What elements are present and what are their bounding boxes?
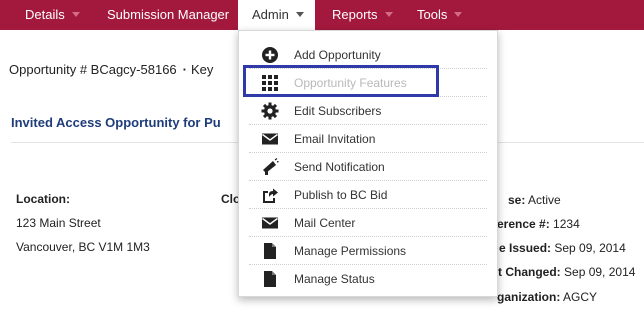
menu-item-opportunity-features[interactable]: Opportunity Features [239,69,497,97]
gear-icon [261,102,279,120]
status-row: se: Active [508,193,561,207]
nav-tab-label: Tools [417,7,448,22]
location-label: Location: [16,192,70,206]
reference-row: erence #: 1234 [497,217,580,231]
nav-tab-reports[interactable]: Reports [332,0,393,30]
menu-item-mail-center[interactable]: Mail Center [239,209,497,237]
issued-row: e Issued: Sep 09, 2014 [499,241,626,255]
section-title: Invited Access Opportunity for Pu [11,115,221,130]
address-line-1: 123 Main Street [16,216,101,230]
status-value: Active [528,193,561,207]
opportunity-number: Opportunity # BCagcy-58166 [9,62,177,77]
admin-dropdown-menu: Add Opportunity Opportunity Features Edi… [238,30,498,297]
chevron-down-icon [384,12,393,17]
nav-tab-details[interactable]: Details [25,0,80,30]
opportunity-key-label: Key [191,62,214,77]
plus-circle-icon [261,46,279,64]
envelope-icon [261,130,279,148]
header-separator: · [182,62,187,77]
status-label: se: [508,193,526,207]
menu-item-send-notification[interactable]: Send Notification [239,153,497,181]
grid-icon [261,74,279,92]
menu-item-label: Email Invitation [294,132,376,146]
organization-row: ganization: AGCY [497,290,597,304]
organization-label: ganization: [497,290,561,304]
menu-item-label: Mail Center [294,216,356,230]
menu-item-label: Manage Status [294,272,375,286]
issued-label: e Issued: [499,241,552,255]
changed-value: Sep 09, 2014 [564,265,636,279]
menu-item-label: Edit Subscribers [294,104,382,118]
menu-item-edit-subscribers[interactable]: Edit Subscribers [239,97,497,125]
nav-tab-submission-manager[interactable]: Submission Manager [107,0,229,30]
envelope-icon [261,214,279,232]
nav-tab-admin[interactable]: Admin [238,0,315,30]
nav-tab-tools[interactable]: Tools [417,0,463,30]
menu-item-label: Opportunity Features [294,76,407,90]
opportunity-header: Opportunity # BCagcy-58166 · Key [9,62,213,77]
nav-tab-label: Submission Manager [107,7,230,22]
menu-item-label: Publish to BC Bid [294,188,388,202]
menu-item-label: Add Opportunity [294,48,381,62]
nav-tab-label: Details [25,7,65,22]
organization-value: AGCY [563,290,598,304]
reference-value: 1234 [553,217,580,231]
menu-item-publish-to-bc-bid[interactable]: Publish to BC Bid [239,181,497,209]
menu-item-add-opportunity[interactable]: Add Opportunity [239,41,497,69]
menu-item-label: Send Notification [294,160,385,174]
nav-tab-label: Reports [332,7,378,22]
chevron-down-icon [454,12,463,17]
share-icon [261,186,279,204]
document-icon [261,242,279,260]
menu-item-label: Manage Permissions [294,244,407,258]
document-icon [261,270,279,288]
top-nav-bar: Details Submission Manager Admin Reports… [0,0,644,30]
changed-row: t Changed: Sep 09, 2014 [498,265,635,279]
chevron-down-icon [71,12,80,17]
nav-tab-label: Admin [252,7,289,22]
menu-item-manage-permissions[interactable]: Manage Permissions [239,237,497,265]
chevron-down-icon [295,12,304,17]
address-line-2: Vancouver, BC V1M 1M3 [16,240,150,254]
changed-label: t Changed: [498,265,561,279]
megaphone-icon [261,158,279,176]
issued-value: Sep 09, 2014 [554,241,626,255]
menu-item-manage-status[interactable]: Manage Status [239,265,497,293]
menu-item-email-invitation[interactable]: Email Invitation [239,125,497,153]
reference-label: erence #: [497,217,550,231]
